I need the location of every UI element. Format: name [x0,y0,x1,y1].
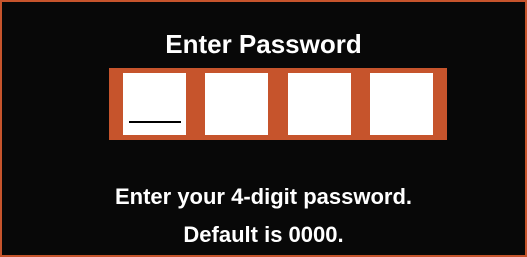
input-cursor [129,121,181,123]
default-password-hint: Default is 0000. [183,222,344,247]
pin-digit-2[interactable] [205,73,269,135]
pin-digit-4[interactable] [369,73,433,135]
pin-digit-1[interactable] [123,73,186,135]
pin-input-group [109,68,447,140]
password-dialog: Enter Password Enter your 4-digit passwo… [0,0,527,257]
instruction-text: Enter your 4-digit password. [114,184,413,209]
pin-digit-3[interactable] [287,73,351,135]
dialog-title: Enter Password [165,29,362,59]
